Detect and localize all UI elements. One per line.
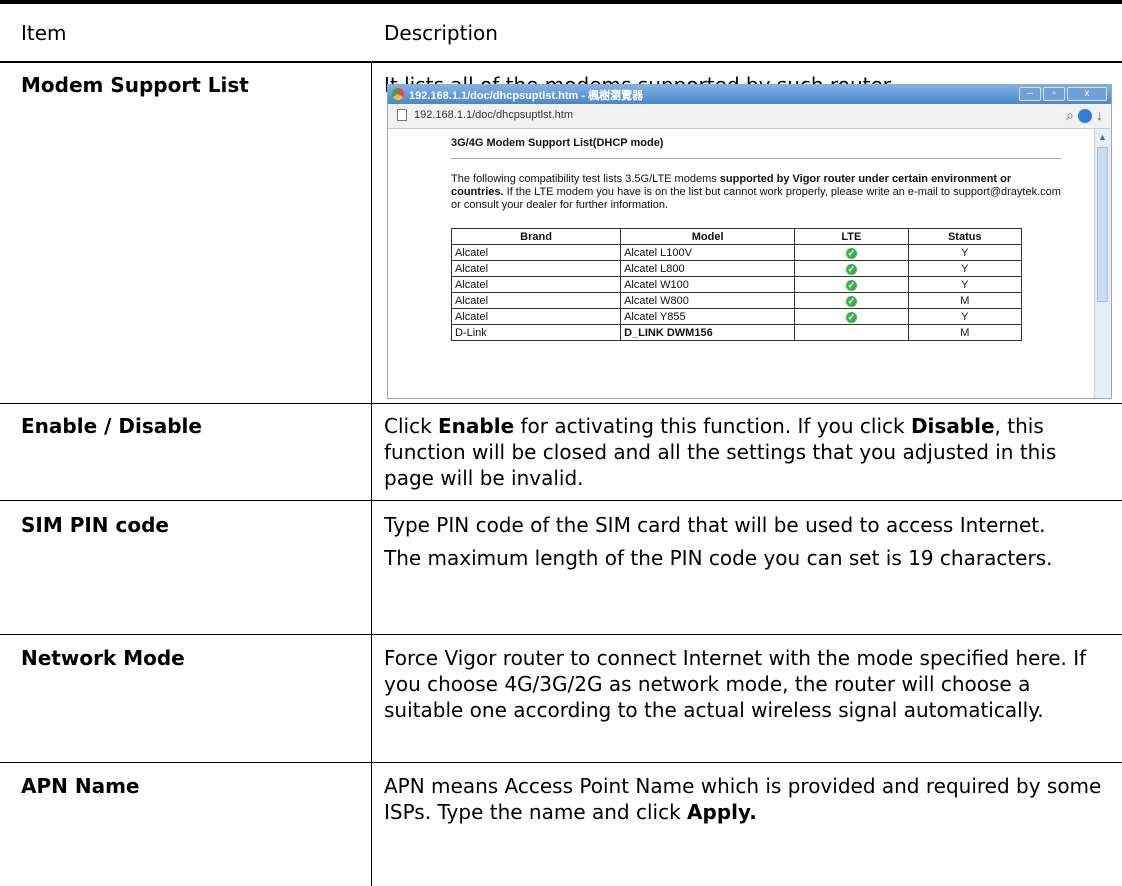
modem-lte: ✓: [794, 244, 909, 261]
modem-status: Y: [907, 308, 1023, 325]
description-text: Click: [384, 414, 439, 438]
row-item: Enable / Disable: [21, 414, 202, 438]
page-content: 3G/4G Modem Support List(DHCP mode) The …: [450, 137, 1061, 341]
modem-list-screenshot: 192.168.1.1/doc/dhcpsuptlst.htm - 楓樹瀏覽器 …: [387, 84, 1112, 399]
minimize-button[interactable]: –: [1019, 87, 1041, 101]
check-icon: ✓: [845, 263, 857, 275]
description-text: Force Vigor router to connect Internet w…: [384, 646, 1087, 722]
modem-brand: Alcatel: [450, 244, 622, 261]
zoom-icon[interactable]: ⌕: [1066, 107, 1074, 123]
row-divider: [0, 403, 1122, 404]
modem-brand: Alcatel: [450, 276, 622, 293]
col-brand: Brand: [450, 228, 622, 245]
check-icon: ✓: [845, 247, 857, 259]
column-divider: [371, 62, 372, 886]
row-description: Force Vigor router to connect Internet w…: [384, 645, 1112, 723]
vertical-scrollbar[interactable]: ▲: [1094, 129, 1111, 398]
description-text: Enable: [438, 414, 515, 438]
check-icon: ✓: [845, 311, 857, 323]
modem-model: Alcatel W800: [620, 292, 796, 309]
col-lte: LTE: [794, 228, 909, 245]
check-icon: ✓: [845, 295, 857, 307]
row-description: APN means Access Point Name which is pro…: [384, 773, 1112, 825]
modem-model: Alcatel L800: [620, 260, 796, 277]
modem-status: Y: [907, 276, 1023, 293]
modem-lte: ✓: [794, 308, 909, 325]
heading-rule: [451, 158, 1061, 159]
modem-status: Y: [907, 244, 1023, 261]
modem-row: Alcatel Alcatel L100V ✓ Y: [450, 244, 1023, 261]
row-divider: [0, 762, 1122, 763]
modem-model: Alcatel L100V: [620, 244, 796, 261]
modem-brand: Alcatel: [450, 292, 622, 309]
modem-model: Alcatel Y855: [620, 308, 796, 325]
description-text: for activating this function. If you cli…: [514, 414, 911, 438]
intro-paragraph: The following compatibility test lists 3…: [451, 173, 1061, 212]
description-text: Apply.: [687, 800, 757, 824]
table-top-border: [0, 0, 1122, 4]
page-icon: [397, 109, 407, 121]
modem-row: Alcatel Alcatel Y855 ✓ Y: [450, 308, 1023, 325]
row-description: Type PIN code of the SIM card that will …: [384, 512, 1112, 538]
intro-text: If the LTE modem you have is on the list…: [451, 186, 1061, 211]
browser-logo-icon: [392, 88, 404, 100]
scrollbar-thumb[interactable]: [1097, 147, 1108, 302]
browser-action-icon[interactable]: [1078, 109, 1092, 124]
modem-status: M: [907, 292, 1023, 309]
description-text: Type PIN code of the SIM card that will …: [384, 513, 1046, 537]
header-item: Item: [21, 21, 67, 45]
close-button[interactable]: x: [1067, 87, 1107, 101]
download-icon[interactable]: ↓: [1096, 107, 1103, 123]
row-description-note: The maximum length of the PIN code you c…: [384, 545, 1112, 571]
modem-brand: D-Link: [450, 324, 622, 341]
col-model: Model: [620, 228, 796, 245]
description-text: Disable: [910, 414, 995, 438]
header-divider: [0, 61, 1122, 63]
modem-row: Alcatel Alcatel W800 ✓ M: [450, 292, 1023, 309]
scroll-up-icon[interactable]: ▲: [1098, 132, 1107, 142]
support-list-heading: 3G/4G Modem Support List(DHCP mode): [451, 137, 664, 149]
url-text: 192.168.1.1/doc/dhcpsuptlst.htm: [414, 109, 573, 121]
modem-brand: Alcatel: [450, 260, 622, 277]
description-text: The maximum length of the PIN code you c…: [384, 546, 1053, 570]
row-divider: [0, 500, 1122, 501]
row-item: SIM PIN code: [21, 513, 169, 537]
modem-table: Brand Model LTE Status Alcatel Alcatel L1…: [450, 228, 1023, 341]
modem-lte: ✓: [794, 276, 909, 293]
row-item: APN Name: [21, 774, 140, 798]
modem-brand: Alcatel: [450, 308, 622, 325]
header-description: Description: [384, 21, 498, 45]
modem-row: Alcatel Alcatel L800 ✓ Y: [450, 260, 1023, 277]
maximize-button[interactable]: ▫: [1043, 87, 1065, 101]
modem-status: Y: [907, 260, 1023, 277]
modem-lte: ✓: [794, 292, 909, 309]
modem-lte: ✓: [794, 260, 909, 277]
modem-lte: [794, 324, 909, 341]
row-description: Click Enable for activating this functio…: [384, 413, 1112, 491]
col-status: Status: [907, 228, 1023, 245]
row-item: Network Mode: [21, 646, 185, 670]
modem-status: M: [907, 324, 1023, 341]
row-item: Modem Support List: [21, 73, 249, 97]
window-titlebar: 192.168.1.1/doc/dhcpsuptlst.htm - 楓樹瀏覽器 …: [388, 85, 1111, 104]
modem-row: Alcatel Alcatel W100 ✓ Y: [450, 276, 1023, 293]
check-icon: ✓: [845, 279, 857, 291]
address-bar[interactable]: 192.168.1.1/doc/dhcpsuptlst.htm ⌕ ↓: [388, 104, 1111, 129]
modem-row: D-Link D_LINK DWM156 M: [450, 324, 1023, 341]
row-divider: [0, 634, 1122, 635]
intro-text: The following compatibility test lists 3…: [451, 173, 720, 185]
modem-model: Alcatel W100: [620, 276, 796, 293]
modem-model: D_LINK DWM156: [620, 324, 796, 341]
window-title: 192.168.1.1/doc/dhcpsuptlst.htm - 楓樹瀏覽器: [409, 90, 644, 102]
